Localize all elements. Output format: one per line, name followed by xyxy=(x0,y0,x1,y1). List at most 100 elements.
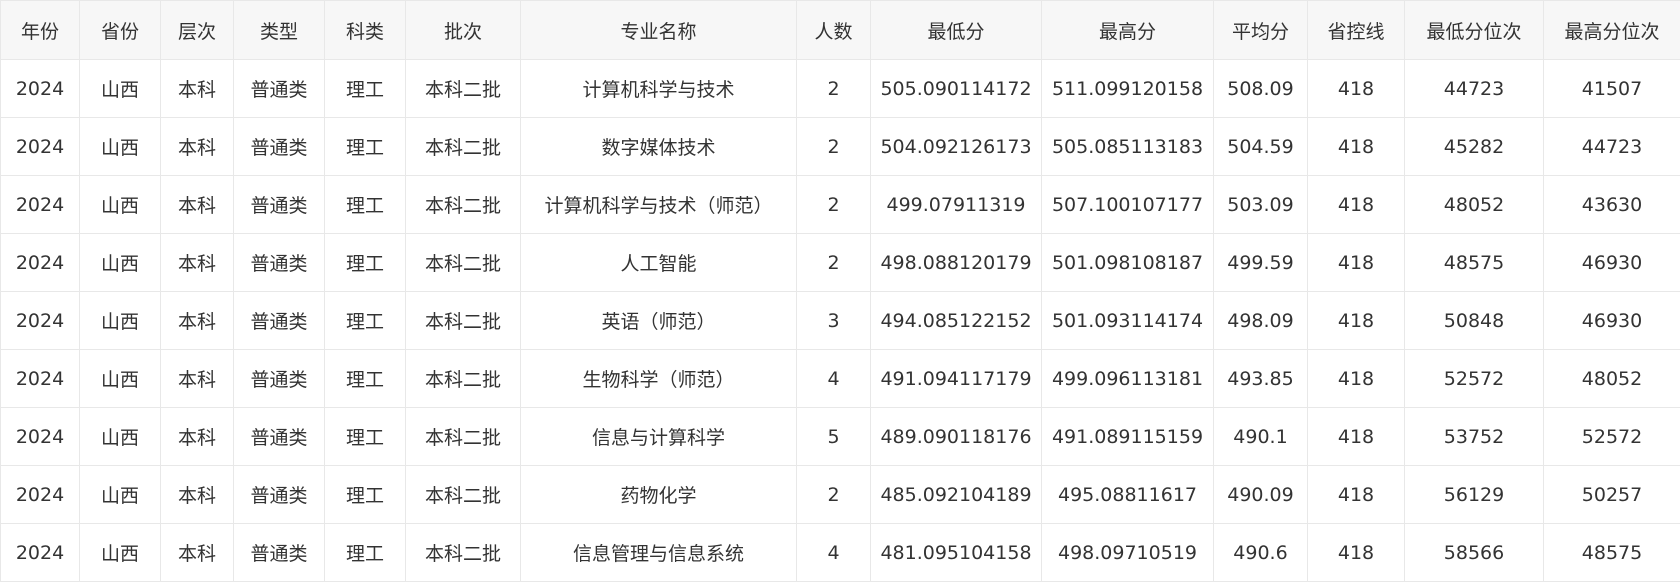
cell-batch: 本科二批 xyxy=(405,175,521,234)
cell-province: 山西 xyxy=(79,117,161,176)
cell-max-score: 501.098108187 xyxy=(1041,233,1214,292)
cell-max-rank: 44723 xyxy=(1543,117,1680,176)
cell-batch: 本科二批 xyxy=(405,117,521,176)
cell-subject-type: 理工 xyxy=(324,523,406,582)
cell-max-score: 501.093114174 xyxy=(1041,291,1214,350)
table-row: 2024 山西 本科 普通类 理工 本科二批 生物科学（师范） 4 491.094117179 4… xyxy=(0,349,1680,408)
cell-min-rank: 48575 xyxy=(1404,233,1544,292)
cell-year: 2024 xyxy=(0,523,80,582)
cell-control-line: 418 xyxy=(1307,465,1405,524)
cell-batch: 本科二批 xyxy=(405,465,521,524)
cell-min-rank: 48052 xyxy=(1404,175,1544,234)
cell-avg-score: 490.6 xyxy=(1213,523,1308,582)
table-header: 年份 省份 层次 类型 科类 批次 专业名称 人数 最低分 最高分 平均分 省控线 最低分位次 最高分位次 xyxy=(0,0,1680,60)
cell-level: 本科 xyxy=(160,117,234,176)
cell-category: 普通类 xyxy=(233,291,325,350)
cell-control-line: 418 xyxy=(1307,117,1405,176)
cell-major-name: 药物化学 xyxy=(520,465,797,524)
cell-min-score: 499.07911319 xyxy=(870,175,1042,234)
cell-year: 2024 xyxy=(0,349,80,408)
column-header-subject-type: 科类 xyxy=(324,0,406,60)
cell-max-rank: 50257 xyxy=(1543,465,1680,524)
cell-category: 普通类 xyxy=(233,523,325,582)
column-header-avg-score: 平均分 xyxy=(1213,0,1308,60)
cell-enrollment-count: 5 xyxy=(796,407,871,466)
table-row: 2024 山西 本科 普通类 理工 本科二批 计算机科学与技术（师范） 2 499.079113… xyxy=(0,175,1680,234)
cell-subject-type: 理工 xyxy=(324,59,406,118)
cell-avg-score: 490.09 xyxy=(1213,465,1308,524)
table-row: 2024 山西 本科 普通类 理工 本科二批 英语（师范） 3 494.085122152 501… xyxy=(0,291,1680,350)
column-header-batch: 批次 xyxy=(405,0,521,60)
cell-min-rank: 52572 xyxy=(1404,349,1544,408)
cell-max-rank: 46930 xyxy=(1543,233,1680,292)
cell-min-score: 489.090118176 xyxy=(870,407,1042,466)
cell-control-line: 418 xyxy=(1307,349,1405,408)
cell-year: 2024 xyxy=(0,291,80,350)
table-row: 2024 山西 本科 普通类 理工 本科二批 数字媒体技术 2 504.092126173 505… xyxy=(0,117,1680,176)
cell-category: 普通类 xyxy=(233,175,325,234)
cell-enrollment-count: 3 xyxy=(796,291,871,350)
cell-province: 山西 xyxy=(79,523,161,582)
cell-avg-score: 498.09 xyxy=(1213,291,1308,350)
cell-province: 山西 xyxy=(79,407,161,466)
column-header-province: 省份 xyxy=(79,0,161,60)
column-header-min-score: 最低分 xyxy=(870,0,1042,60)
admission-scores-table-container: 年份 省份 层次 类型 科类 批次 专业名称 人数 最低分 最高分 平均分 省控线 最低分位次 最高分位次… xyxy=(0,0,1680,582)
cell-enrollment-count: 2 xyxy=(796,175,871,234)
cell-max-rank: 43630 xyxy=(1543,175,1680,234)
cell-enrollment-count: 4 xyxy=(796,349,871,408)
column-header-enrollment-count: 人数 xyxy=(796,0,871,60)
cell-year: 2024 xyxy=(0,175,80,234)
cell-control-line: 418 xyxy=(1307,407,1405,466)
cell-min-rank: 45282 xyxy=(1404,117,1544,176)
cell-province: 山西 xyxy=(79,465,161,524)
cell-subject-type: 理工 xyxy=(324,291,406,350)
cell-category: 普通类 xyxy=(233,465,325,524)
column-header-max-score: 最高分 xyxy=(1041,0,1214,60)
cell-max-score: 499.096113181 xyxy=(1041,349,1214,408)
cell-year: 2024 xyxy=(0,59,80,118)
cell-max-score: 495.08811617 xyxy=(1041,465,1214,524)
column-header-year: 年份 xyxy=(0,0,80,60)
table-row: 2024 山西 本科 普通类 理工 本科二批 药物化学 2 485.092104189 495.0… xyxy=(0,465,1680,524)
cell-year: 2024 xyxy=(0,117,80,176)
column-header-min-rank: 最低分位次 xyxy=(1404,0,1544,60)
cell-control-line: 418 xyxy=(1307,523,1405,582)
cell-min-rank: 44723 xyxy=(1404,59,1544,118)
cell-level: 本科 xyxy=(160,349,234,408)
cell-level: 本科 xyxy=(160,465,234,524)
cell-province: 山西 xyxy=(79,233,161,292)
cell-max-rank: 52572 xyxy=(1543,407,1680,466)
cell-category: 普通类 xyxy=(233,117,325,176)
cell-min-score: 494.085122152 xyxy=(870,291,1042,350)
admission-scores-table: 年份 省份 层次 类型 科类 批次 专业名称 人数 最低分 最高分 平均分 省控线 最低分位次 最高分位次… xyxy=(0,0,1680,582)
cell-max-score: 498.09710519 xyxy=(1041,523,1214,582)
cell-subject-type: 理工 xyxy=(324,117,406,176)
cell-subject-type: 理工 xyxy=(324,175,406,234)
cell-max-rank: 48575 xyxy=(1543,523,1680,582)
table-body: 2024 山西 本科 普通类 理工 本科二批 计算机科学与技术 2 505.090114172 5… xyxy=(0,59,1680,582)
cell-min-rank: 50848 xyxy=(1404,291,1544,350)
table-row: 2024 山西 本科 普通类 理工 本科二批 人工智能 2 498.088120179 501.0… xyxy=(0,233,1680,292)
cell-min-score: 504.092126173 xyxy=(870,117,1042,176)
cell-year: 2024 xyxy=(0,407,80,466)
column-header-category: 类型 xyxy=(233,0,325,60)
cell-level: 本科 xyxy=(160,233,234,292)
cell-category: 普通类 xyxy=(233,407,325,466)
cell-subject-type: 理工 xyxy=(324,349,406,408)
cell-year: 2024 xyxy=(0,233,80,292)
cell-year: 2024 xyxy=(0,465,80,524)
cell-batch: 本科二批 xyxy=(405,59,521,118)
cell-major-name: 数字媒体技术 xyxy=(520,117,797,176)
cell-batch: 本科二批 xyxy=(405,523,521,582)
cell-min-score: 498.088120179 xyxy=(870,233,1042,292)
cell-avg-score: 499.59 xyxy=(1213,233,1308,292)
header-row: 年份 省份 层次 类型 科类 批次 专业名称 人数 最低分 最高分 平均分 省控线 最低分位次 最高分位次 xyxy=(0,0,1680,60)
cell-control-line: 418 xyxy=(1307,291,1405,350)
cell-enrollment-count: 2 xyxy=(796,59,871,118)
cell-min-score: 491.094117179 xyxy=(870,349,1042,408)
cell-max-rank: 41507 xyxy=(1543,59,1680,118)
cell-max-score: 507.100107177 xyxy=(1041,175,1214,234)
cell-max-rank: 48052 xyxy=(1543,349,1680,408)
column-header-control-line: 省控线 xyxy=(1307,0,1405,60)
